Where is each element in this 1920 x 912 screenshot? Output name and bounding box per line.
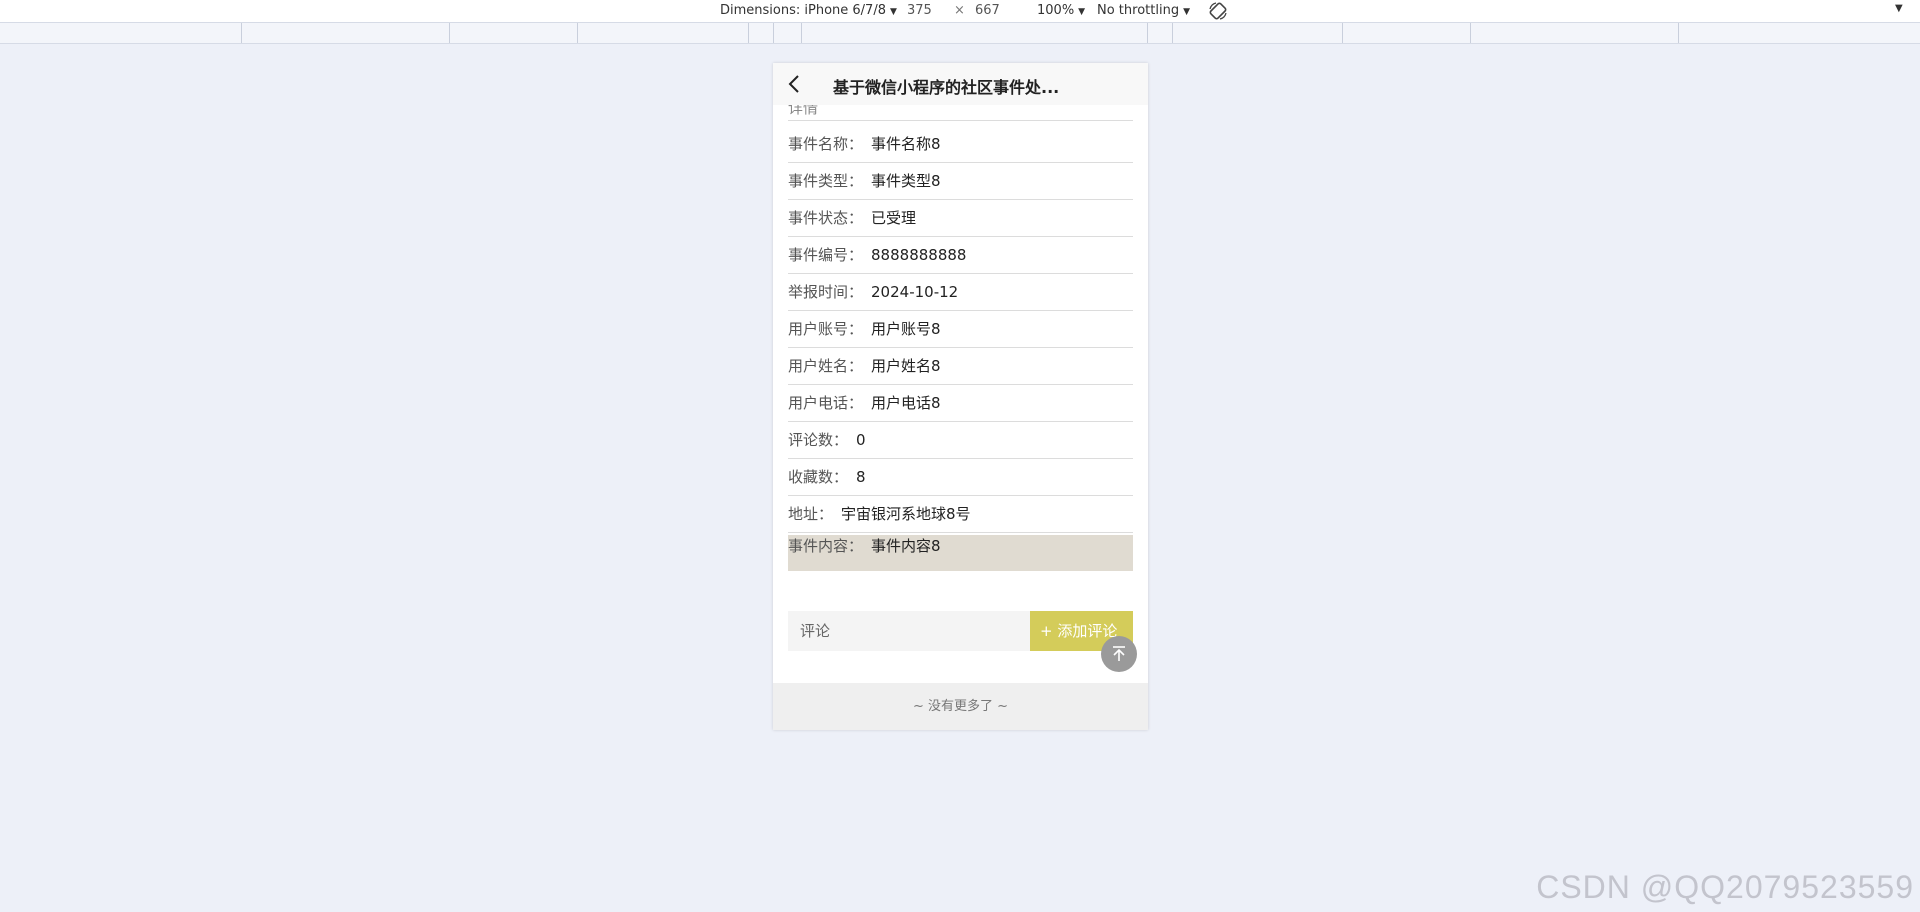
detail-value: 事件名称8 xyxy=(871,135,941,153)
more-options-icon[interactable]: ▼ xyxy=(1895,3,1903,14)
detail-label: 事件内容： xyxy=(788,537,864,555)
height-field[interactable]: 667 xyxy=(975,3,1000,18)
detail-value: 用户账号8 xyxy=(871,320,941,338)
comment-box: + 添加评论 xyxy=(788,611,1133,651)
arrow-up-icon xyxy=(1113,646,1125,661)
detail-value: 8888888888 xyxy=(871,246,967,264)
detail-row: 事件名称： 事件名称8 xyxy=(788,126,1133,163)
detail-row: 事件编号： 8888888888 xyxy=(788,237,1133,274)
page-title: 基于微信小程序的社区事件处... xyxy=(833,78,1060,97)
no-more-footer: ~ 没有更多了 ~ xyxy=(773,683,1148,730)
back-icon[interactable] xyxy=(785,74,805,94)
detail-label: 用户电话： xyxy=(788,394,864,412)
detail-label: 收藏数： xyxy=(788,468,849,486)
detail-value: 事件内容8 xyxy=(871,537,941,555)
detail-row: 事件类型： 事件类型8 xyxy=(788,163,1133,200)
devtools-device-toolbar: Dimensions: iPhone 6/7/8 ▼ 375 × 667 100%… xyxy=(0,0,1920,22)
watermark: CSDN @QQ2079523559 xyxy=(1536,869,1914,905)
detail-label: 地址： xyxy=(788,505,834,523)
throttling-value: No throttling xyxy=(1097,3,1180,18)
device-select-label: Dimensions: iPhone 6/7/8 xyxy=(720,3,886,18)
detail-row: 评论数： 0 xyxy=(788,422,1133,459)
detail-value: 宇宙银河系地球8号 xyxy=(841,505,971,523)
detail-value: 2024-10-12 xyxy=(871,283,959,301)
navigation-bar: 基于微信小程序的社区事件处... xyxy=(773,63,1148,105)
rotate-icon[interactable] xyxy=(1208,1,1228,21)
detail-row: 用户姓名： 用户姓名8 xyxy=(788,348,1133,385)
detail-label: 用户姓名： xyxy=(788,357,864,375)
detail-label: 事件名称： xyxy=(788,135,864,153)
chevron-down-icon: ▼ xyxy=(1183,7,1190,17)
detail-row-partial: 详情 xyxy=(788,105,1133,121)
width-field[interactable]: 375 xyxy=(907,3,932,18)
detail-row: 事件状态： 已受理 xyxy=(788,200,1133,237)
detail-value: 用户姓名8 xyxy=(871,357,941,375)
times-separator: × xyxy=(954,3,965,18)
partial-row-label: 详情 xyxy=(788,105,819,117)
detail-label: 事件编号： xyxy=(788,246,864,264)
back-to-top-button[interactable] xyxy=(1101,636,1137,672)
detail-label: 事件类型： xyxy=(788,172,864,190)
detail-row: 地址： 宇宙银河系地球8号 xyxy=(788,496,1133,533)
throttling-select[interactable]: No throttling ▼ xyxy=(1097,3,1190,18)
detail-value: 已受理 xyxy=(871,209,917,227)
detail-row: 收藏数： 8 xyxy=(788,459,1133,496)
detail-value: 8 xyxy=(856,468,866,486)
zoom-value: 100% xyxy=(1037,3,1075,18)
chevron-down-icon: ▼ xyxy=(889,7,897,17)
detail-value: 用户电话8 xyxy=(871,394,941,412)
detail-value: 事件类型8 xyxy=(871,172,941,190)
detail-row-content: 事件内容： 事件内容8 xyxy=(788,535,1133,571)
detail-row: 举报时间： 2024-10-12 xyxy=(788,274,1133,311)
detail-label: 举报时间： xyxy=(788,283,864,301)
detail-value: 0 xyxy=(856,431,866,449)
phone-viewport: 基于微信小程序的社区事件处... 详情 事件名称： 事件名称8 事件类型： 事件类型… xyxy=(773,63,1148,730)
zoom-select[interactable]: 100% ▼ xyxy=(1037,3,1085,18)
detail-row: 用户账号： 用户账号8 xyxy=(788,311,1133,348)
detail-label: 事件状态： xyxy=(788,209,864,227)
chevron-down-icon: ▼ xyxy=(1078,7,1086,17)
detail-label: 用户账号： xyxy=(788,320,864,338)
media-query-ruler xyxy=(0,22,1920,44)
device-select[interactable]: Dimensions: iPhone 6/7/8 ▼ xyxy=(720,3,897,18)
detail-label: 评论数： xyxy=(788,431,849,449)
detail-row: 用户电话： 用户电话8 xyxy=(788,385,1133,422)
comment-input[interactable] xyxy=(788,611,1030,651)
